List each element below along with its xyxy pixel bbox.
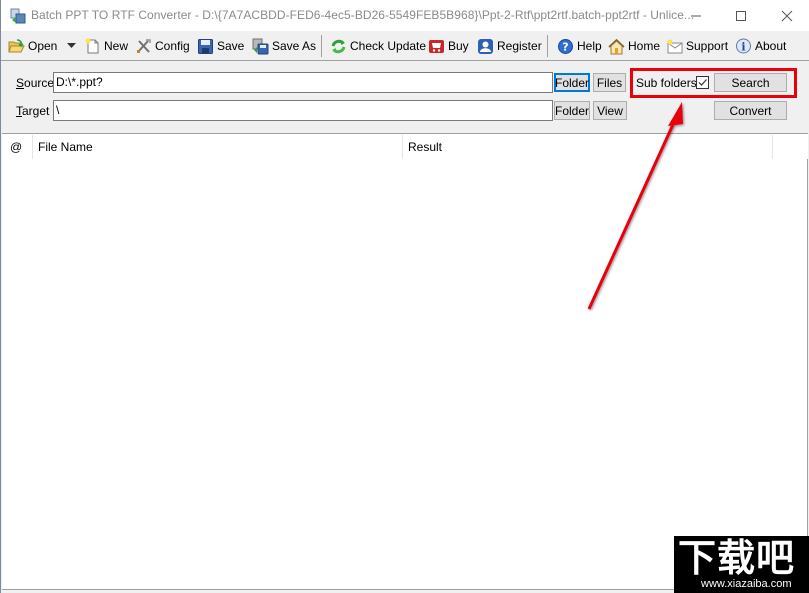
annotation-highlight-box xyxy=(630,68,797,98)
register-button[interactable]: Register xyxy=(477,36,542,56)
column-header-status[interactable]: @ xyxy=(4,134,32,159)
new-document-icon xyxy=(85,38,99,53)
mail-icon xyxy=(667,39,683,53)
file-list[interactable]: @ File Name Result xyxy=(2,133,808,590)
floppy-disk-icon xyxy=(198,38,213,54)
open-folder-icon xyxy=(8,38,25,52)
close-icon xyxy=(781,10,793,21)
watermark-logo: 下载吧 www.xiazaiba.com xyxy=(674,536,809,593)
source-input[interactable]: D:\*.ppt? xyxy=(53,72,553,93)
support-label: Support xyxy=(686,39,729,53)
column-header-file-name[interactable]: File Name xyxy=(32,134,402,159)
target-folder-button[interactable]: Folder xyxy=(554,101,590,120)
app-window: Batch PPT TO RTF Converter - D:\{7A7ACBD… xyxy=(0,0,809,593)
shopping-cart-icon xyxy=(429,39,444,53)
svg-text:?: ? xyxy=(562,40,568,53)
home-button[interactable]: Home xyxy=(608,36,660,56)
maximize-button[interactable] xyxy=(718,0,764,31)
convert-button[interactable]: Convert xyxy=(714,101,787,120)
toolbar: Open New Config Save Save As Check Updat… xyxy=(1,31,809,61)
toolbar-separator xyxy=(321,35,322,57)
toolbar-separator xyxy=(547,35,548,57)
save-label: Save xyxy=(217,39,245,53)
list-header: @ File Name Result xyxy=(2,134,808,159)
help-icon: ? xyxy=(558,38,573,54)
check-update-label: Check Update xyxy=(350,39,427,53)
target-label-text: arget xyxy=(22,104,50,118)
source-files-button[interactable]: Files xyxy=(593,73,626,92)
target-label: Target xyxy=(16,104,49,118)
config-label: Config xyxy=(155,39,190,53)
register-label: Register xyxy=(497,39,542,53)
save-as-button[interactable]: Save As xyxy=(252,36,316,56)
home-label: Home xyxy=(628,39,661,53)
column-header-result[interactable]: Result xyxy=(402,134,772,159)
save-as-icon xyxy=(252,38,269,54)
source-label-accelerator: S xyxy=(16,76,25,90)
dropdown-arrow-icon xyxy=(67,43,76,48)
maximize-icon xyxy=(736,10,746,21)
target-view-button[interactable]: View xyxy=(593,101,627,120)
user-icon xyxy=(478,38,493,54)
source-folder-button[interactable]: Folder xyxy=(554,73,590,92)
close-button[interactable] xyxy=(764,0,809,31)
info-icon: i xyxy=(736,38,751,53)
source-label: Source xyxy=(16,76,54,90)
column-divider[interactable] xyxy=(772,135,773,159)
support-button[interactable]: Support xyxy=(666,36,728,56)
svg-text:i: i xyxy=(741,40,745,53)
app-icon xyxy=(10,8,26,24)
minimize-icon xyxy=(691,15,701,16)
target-input[interactable]: \ xyxy=(53,100,553,121)
save-as-label: Save As xyxy=(272,39,317,53)
help-button[interactable]: ? Help xyxy=(557,36,602,56)
save-button[interactable]: Save xyxy=(197,36,244,56)
watermark-url: www.xiazaiba.com xyxy=(701,578,792,590)
home-icon xyxy=(608,38,625,54)
buy-button[interactable]: Buy xyxy=(428,36,469,56)
config-button[interactable]: Config xyxy=(135,36,190,56)
about-label: About xyxy=(755,39,787,53)
watermark-text: 下载吧 xyxy=(678,536,796,580)
source-label-text: ource xyxy=(24,76,55,90)
title-bar: Batch PPT TO RTF Converter - D:\{7A7ACBD… xyxy=(1,0,809,31)
open-label: Open xyxy=(28,39,58,53)
options-panel: Source D:\*.ppt? Folder Files Target \ F… xyxy=(1,62,809,132)
new-label: New xyxy=(104,39,129,53)
open-dropdown-button[interactable] xyxy=(67,36,76,56)
check-update-button[interactable]: Check Update xyxy=(330,36,426,56)
refresh-icon xyxy=(331,39,346,53)
tools-icon xyxy=(137,38,151,53)
buy-label: Buy xyxy=(448,39,469,53)
window-title: Batch PPT TO RTF Converter - D:\{7A7ACBD… xyxy=(31,8,695,22)
new-button[interactable]: New xyxy=(84,36,128,56)
minimize-button[interactable] xyxy=(673,0,719,31)
about-button[interactable]: i About xyxy=(735,36,786,56)
help-label: Help xyxy=(577,39,602,53)
open-button[interactable]: Open xyxy=(8,36,57,56)
